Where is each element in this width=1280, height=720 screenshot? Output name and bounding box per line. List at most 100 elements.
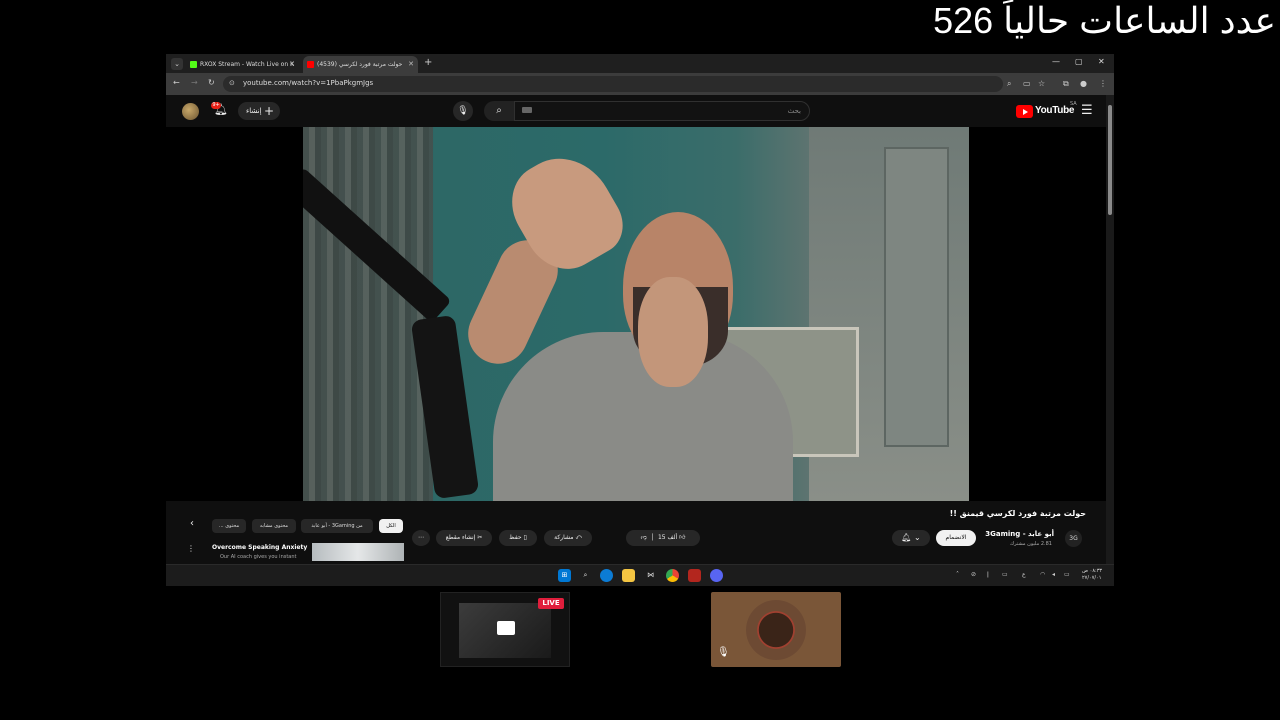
ad-menu-icon[interactable]: ⋮ — [187, 544, 195, 553]
clip-label: إنشاء مقطع — [445, 534, 476, 541]
stream-thumbnail-screen[interactable]: LIVE — [440, 592, 570, 667]
like-count[interactable]: 15 ألف — [658, 534, 677, 541]
scene-face-hand — [638, 277, 708, 387]
voice-search-button[interactable]: 🎙︎ — [453, 101, 473, 121]
stream-thumbnail-avatar[interactable]: 🎙︎ — [711, 592, 841, 667]
back-button[interactable]: ← — [173, 78, 180, 87]
clock-date: ٢٧/٠٧/٠١ — [1082, 575, 1102, 581]
chip-similar[interactable]: محتوى مشابه — [252, 519, 296, 533]
clip-button[interactable]: إنشاء مقطع ✂ — [436, 530, 492, 546]
discord-icon[interactable] — [710, 569, 723, 582]
chip-similar-more[interactable]: محتوى ... — [212, 519, 246, 533]
keyboard-icon[interactable] — [522, 107, 532, 113]
tray-chevron-up-icon[interactable]: ˄ — [956, 571, 959, 578]
close-window-button[interactable]: ✕ — [1098, 57, 1105, 66]
create-label: إنشاء — [246, 107, 262, 115]
notification-count-badge: 9+ — [211, 102, 221, 109]
share-icon: ⤺ — [575, 534, 582, 541]
channel-name[interactable]: أبو عابد - 3Gaming — [985, 530, 1054, 538]
new-tab-button[interactable]: + — [424, 57, 432, 68]
subscribed-bell-button[interactable]: 🔔︎ ⌄ — [892, 530, 930, 546]
search-button[interactable]: ⌕ — [484, 101, 514, 121]
keyboard-tray-icon[interactable]: ▭ — [1002, 571, 1008, 578]
minimize-button[interactable]: — — [1052, 57, 1060, 66]
bookmark-icon: ▯ — [523, 534, 527, 541]
create-button[interactable]: إنشاء + — [238, 102, 280, 120]
subscriber-count: 2.81 مليون مشترك — [1010, 541, 1052, 547]
browser-window: ⌄ RXOX Stream - Watch Live on K ✕ (4539)… — [166, 54, 1114, 586]
battery-icon[interactable]: ▭ — [1064, 571, 1070, 578]
extension-icon[interactable]: ⧉ — [1063, 79, 1069, 89]
close-tab-icon[interactable]: ✕ — [408, 56, 414, 73]
youtube-wordmark: YouTube — [1035, 105, 1075, 116]
chip-from-channel[interactable]: من 3Gaming - أبو عابد — [301, 519, 373, 533]
page-scrollbar[interactable] — [1106, 95, 1114, 586]
close-tab-icon[interactable]: ✕ — [289, 56, 295, 73]
zoom-icon[interactable]: ⌕ — [1007, 79, 1011, 89]
start-windows-icon[interactable]: ⊞ — [558, 569, 571, 582]
forward-button[interactable]: → — [191, 78, 198, 87]
youtube-play-icon — [1016, 105, 1033, 118]
youtube-header: 🔔︎ 9+ إنشاء + 🎙︎ ⌕ بحث YouTube SA ☰ — [166, 95, 1114, 127]
site-info-icon[interactable]: ⊙ — [229, 79, 235, 87]
capcut-icon[interactable]: ⋈ — [644, 569, 657, 582]
scene-curtain — [303, 127, 433, 501]
tab-kick[interactable]: RXOX Stream - Watch Live on K ✕ — [186, 56, 299, 73]
bell-icon: 🔔︎ ⌄ — [901, 533, 921, 542]
ad-title[interactable]: Overcome Speaking Anxiety — [212, 544, 307, 551]
cast-icon[interactable]: ▭ — [1023, 79, 1031, 88]
guide-menu-icon[interactable]: ☰ — [1081, 103, 1093, 118]
tab-youtube[interactable]: (4539) حولت مرتبة فورد لكرسي ✕ — [303, 56, 418, 73]
file-explorer-icon[interactable] — [622, 569, 635, 582]
wifi-icon[interactable]: ◠ — [1040, 571, 1045, 578]
youtube-favicon-icon — [307, 61, 314, 68]
video-title: حولت مرتبة فورد لكرسي قيمنق !! — [949, 509, 1086, 518]
kick-favicon-icon — [190, 61, 197, 68]
scissors-icon: ✂ — [477, 534, 483, 541]
search-icon: ⌕ — [496, 105, 502, 116]
stream-thumbnail-blank[interactable] — [578, 592, 704, 667]
scrollbar-thumb[interactable] — [1108, 105, 1112, 215]
windows-taskbar: ⊞ ⌕ ⋈ ˄ ⊘ ǀ ▭ ع ◠ ◂ ▭ ٠٨:٣٣ ص ٢٧/٠٧/٠١ — [166, 564, 1114, 586]
like-icon[interactable]: 👍︎ — [679, 534, 685, 541]
volume-icon[interactable]: ◂ — [1052, 571, 1055, 578]
muted-mic-icon: 🎙︎ — [717, 647, 730, 658]
more-actions-button[interactable]: ⋯ — [412, 530, 430, 546]
microphone-icon: 🎙︎ — [457, 106, 469, 116]
join-button[interactable]: الانضمام — [936, 530, 976, 546]
chrome-icon[interactable] — [666, 569, 679, 582]
star-icon[interactable]: ☆ — [1038, 79, 1045, 88]
tab-search-dropdown[interactable]: ⌄ — [171, 58, 183, 70]
chip-all[interactable]: الكل — [379, 519, 403, 533]
more-icon: ⋯ — [418, 534, 424, 541]
language-indicator[interactable]: ع — [1022, 571, 1026, 578]
profile-icon[interactable]: ● — [1080, 79, 1087, 88]
video-player[interactable] — [166, 127, 1106, 501]
video-frame — [303, 127, 969, 501]
search-icon[interactable]: ⌕ — [579, 569, 592, 582]
region-code: SA — [1070, 101, 1077, 107]
network-off-icon[interactable]: ⊘ — [971, 571, 976, 578]
reload-button[interactable]: ↻ — [208, 78, 215, 87]
tab-label: (4539) حولت مرتبة فورد لكرسي — [317, 61, 403, 68]
mic-tray-icon[interactable]: ǀ — [987, 571, 989, 578]
obs-news-icon[interactable] — [688, 569, 701, 582]
share-button[interactable]: مشاركة ⤺ — [544, 530, 592, 546]
maximize-button[interactable]: ▢ — [1075, 57, 1083, 66]
channel-avatar[interactable]: 3G — [1065, 530, 1082, 547]
account-avatar[interactable] — [182, 103, 199, 120]
menu-icon[interactable]: ⋮ — [1099, 79, 1107, 88]
url-text[interactable]: youtube.com/watch?v=1PbaPkgmJgs — [243, 79, 373, 87]
ad-subtitle: Our AI coach gives you instant — [220, 554, 297, 560]
hours-counter-overlay: عدد الساعات حالياً 526 — [933, 0, 1276, 41]
edge-icon[interactable] — [600, 569, 613, 582]
save-button[interactable]: حفظ ▯ — [499, 530, 537, 546]
address-bar: ← → ↻ ⊙ youtube.com/watch?v=1PbaPkgmJgs … — [166, 73, 1114, 95]
dislike-icon[interactable]: 👎︎ — [641, 534, 647, 541]
taskbar-clock[interactable]: ٠٨:٣٣ ص ٢٧/٠٧/٠١ — [1082, 568, 1102, 582]
live-badge: LIVE — [538, 598, 564, 609]
search-input[interactable]: بحث — [514, 101, 810, 121]
ad-thumbnail[interactable] — [312, 543, 404, 561]
tab-label: RXOX Stream - Watch Live on K — [200, 61, 295, 68]
chips-chevron-left-icon[interactable]: ‹ — [190, 518, 194, 529]
